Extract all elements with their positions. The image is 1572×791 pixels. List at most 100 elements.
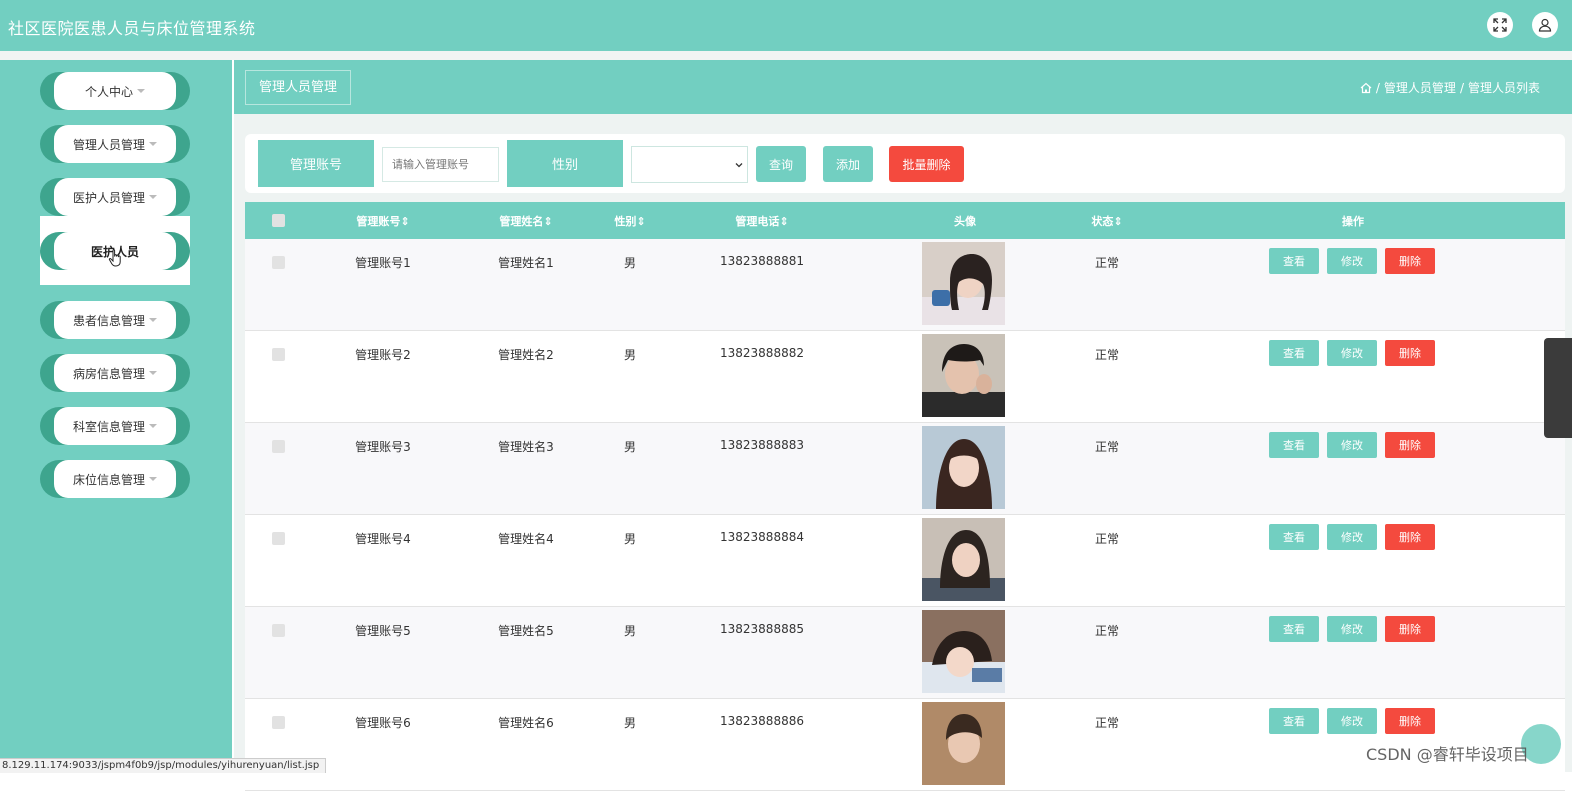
cell-phone: 13823888881 <box>720 254 804 268</box>
cell-name: 管理姓名5 <box>498 624 554 638</box>
sidebar: 个人中心 管理人员管理 医护人员管理 医护人员 患者信息管理 病房信息管理 科室… <box>0 60 232 772</box>
cell-status: 正常 <box>1094 624 1119 638</box>
cell-account: 管理账号1 <box>355 256 411 270</box>
table-row: 管理账号3 管理姓名3 男 13823888883 正常 查看 修改 删除 <box>245 423 1565 515</box>
cell-gender: 男 <box>623 440 636 454</box>
cell-status: 正常 <box>1094 716 1119 730</box>
sidebar-item-admin-management[interactable]: 管理人员管理 <box>40 125 190 163</box>
user-icon <box>1538 18 1552 32</box>
sidebar-item-label: 病房信息管理 <box>72 366 145 381</box>
edit-button[interactable]: 修改 <box>1327 432 1377 458</box>
cell-gender: 男 <box>623 532 636 546</box>
row-checkbox[interactable] <box>272 256 285 269</box>
row-checkbox[interactable] <box>272 716 285 729</box>
row-checkbox[interactable] <box>272 348 285 361</box>
cell-status: 正常 <box>1094 440 1119 454</box>
gender-select[interactable] <box>631 146 748 183</box>
view-button[interactable]: 查看 <box>1269 524 1319 550</box>
breadcrumb-separator: / <box>1459 80 1464 95</box>
sidebar-item-label: 医护人员管理 <box>72 190 145 205</box>
search-bar: 管理账号 性别 查询 添加 批量删除 <box>245 134 1565 193</box>
cell-account: 管理账号2 <box>355 348 411 362</box>
cell-status: 正常 <box>1094 532 1119 546</box>
watermark: CSDN @睿轩毕设项目 <box>1366 745 1529 764</box>
sidebar-item-ward-management[interactable]: 病房信息管理 <box>40 354 190 392</box>
breadcrumb: / 管理人员管理 / 管理人员列表 <box>1360 79 1540 96</box>
sidebar-item-patient-management[interactable]: 患者信息管理 <box>40 301 190 339</box>
main-header: 管理人员管理 / 管理人员管理 / 管理人员列表 <box>234 60 1572 114</box>
edit-button[interactable]: 修改 <box>1327 340 1377 366</box>
view-button[interactable]: 查看 <box>1269 616 1319 642</box>
main-content: 管理人员管理 / 管理人员管理 / 管理人员列表 管理账号 性别 查询 添加 批… <box>234 60 1572 791</box>
col-name[interactable]: 管理姓名⇕ <box>486 202 566 239</box>
select-all-checkbox[interactable] <box>272 214 285 227</box>
delete-button[interactable]: 删除 <box>1385 616 1435 642</box>
sidebar-item-medical-staff-management[interactable]: 医护人员管理 <box>40 178 190 216</box>
caret-down-icon <box>149 195 157 199</box>
view-button[interactable]: 查看 <box>1269 708 1319 734</box>
edit-button[interactable]: 修改 <box>1327 524 1377 550</box>
cell-name: 管理姓名1 <box>498 256 554 270</box>
sidebar-item-label: 患者信息管理 <box>72 313 145 328</box>
cell-account: 管理账号6 <box>355 716 411 730</box>
edit-button[interactable]: 修改 <box>1327 708 1377 734</box>
sidebar-item-bed-management[interactable]: 床位信息管理 <box>40 460 190 498</box>
delete-button[interactable]: 删除 <box>1385 248 1435 274</box>
cell-account: 管理账号5 <box>355 624 411 638</box>
delete-button[interactable]: 删除 <box>1385 524 1435 550</box>
col-status[interactable]: 状态⇕ <box>1077 202 1137 239</box>
sidebar-item-department-management[interactable]: 科室信息管理 <box>40 407 190 445</box>
delete-button[interactable]: 删除 <box>1385 432 1435 458</box>
edit-button[interactable]: 修改 <box>1327 248 1377 274</box>
row-checkbox[interactable] <box>272 532 285 545</box>
cell-gender: 男 <box>623 716 636 730</box>
chevron-down-icon <box>735 163 743 168</box>
view-button[interactable]: 查看 <box>1269 248 1319 274</box>
col-actions: 操作 <box>1342 214 1364 228</box>
user-button[interactable] <box>1532 12 1558 38</box>
account-search-input[interactable] <box>382 147 499 182</box>
delete-button[interactable]: 删除 <box>1385 708 1435 734</box>
add-button[interactable]: 添加 <box>823 146 873 182</box>
account-label: 管理账号 <box>258 140 374 187</box>
edit-button[interactable]: 修改 <box>1327 616 1377 642</box>
cell-status: 正常 <box>1094 256 1119 270</box>
cell-gender: 男 <box>623 256 636 270</box>
caret-down-icon <box>149 477 157 481</box>
fullscreen-button[interactable] <box>1487 12 1513 38</box>
cell-phone: 13823888886 <box>720 714 804 728</box>
breadcrumb-item[interactable]: 管理人员管理 <box>1384 79 1456 96</box>
caret-down-icon <box>149 371 157 375</box>
col-gender[interactable]: 性别⇕ <box>600 202 660 239</box>
app-title: 社区医院医患人员与床位管理系统 <box>8 19 256 38</box>
side-panel-tab[interactable] <box>1544 338 1572 438</box>
sidebar-item-label: 床位信息管理 <box>72 472 145 487</box>
view-button[interactable]: 查看 <box>1269 340 1319 366</box>
caret-down-icon <box>149 318 157 322</box>
batch-delete-button[interactable]: 批量删除 <box>889 146 964 182</box>
sidebar-item-label: 科室信息管理 <box>72 419 145 434</box>
sidebar-submenu: 医护人员 <box>40 216 190 285</box>
status-bar-url: 8.129.11.174:9033/jspm4f0b9/jsp/modules/… <box>0 758 327 773</box>
cell-name: 管理姓名6 <box>498 716 554 730</box>
top-bar: 社区医院医患人员与床位管理系统 <box>0 0 1572 51</box>
top-divider <box>0 51 1572 60</box>
sidebar-item-personal-center[interactable]: 个人中心 <box>40 72 190 110</box>
home-icon[interactable] <box>1360 82 1372 94</box>
caret-down-icon <box>149 424 157 428</box>
cell-gender: 男 <box>623 624 636 638</box>
col-account[interactable]: 管理账号⇕ <box>343 202 423 239</box>
cell-name: 管理姓名4 <box>498 532 554 546</box>
row-checkbox[interactable] <box>272 624 285 637</box>
table-row: 管理账号5 管理姓名5 男 13823888885 正常 查看 修改 删除 <box>245 607 1565 699</box>
cell-status: 正常 <box>1094 348 1119 362</box>
delete-button[interactable]: 删除 <box>1385 340 1435 366</box>
query-button[interactable]: 查询 <box>756 146 806 182</box>
table-row: 管理账号1 管理姓名1 男 13823888881 正常 查看 修改 删除 <box>245 239 1565 331</box>
cell-account: 管理账号3 <box>355 440 411 454</box>
breadcrumb-separator: / <box>1375 80 1380 95</box>
col-phone[interactable]: 管理电话⇕ <box>722 202 802 239</box>
breadcrumb-item-current: 管理人员列表 <box>1467 81 1540 95</box>
view-button[interactable]: 查看 <box>1269 432 1319 458</box>
row-checkbox[interactable] <box>272 440 285 453</box>
